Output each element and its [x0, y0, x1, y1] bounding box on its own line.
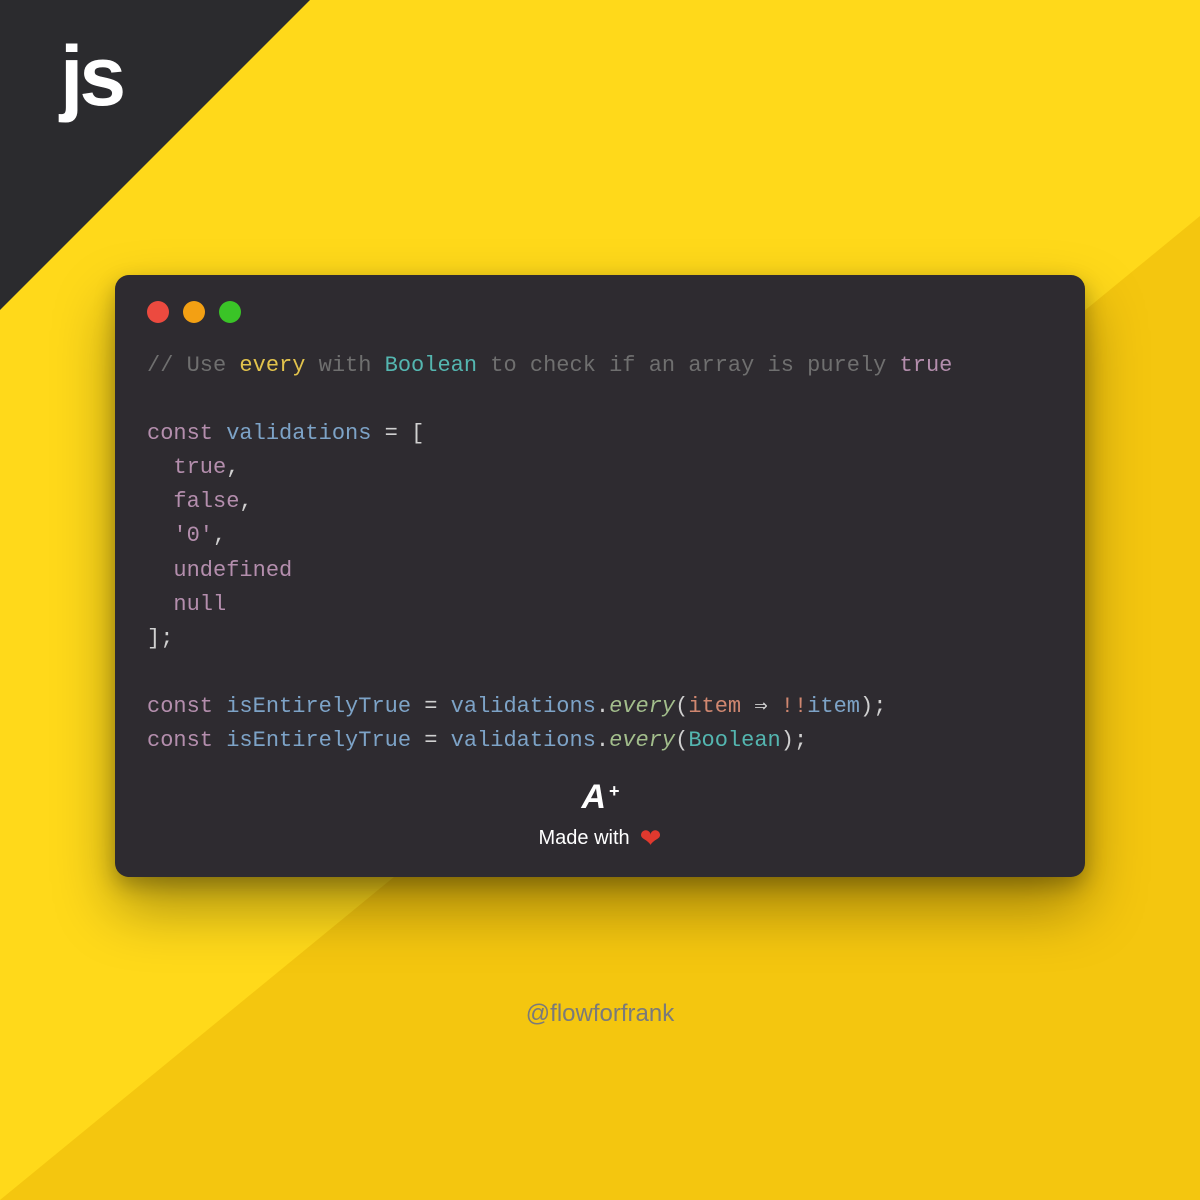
- op-bangbang: !!: [781, 694, 807, 719]
- op-dot: .: [596, 728, 609, 753]
- kw-const: const: [147, 421, 213, 446]
- id-isentirelytrue: isEntirelyTrue: [226, 728, 411, 753]
- op-eq: =: [411, 728, 451, 753]
- close-icon[interactable]: [147, 301, 169, 323]
- code-window: // Use every with Boolean to check if an…: [115, 275, 1085, 877]
- lit-zero: '0': [173, 523, 213, 548]
- made-with-badge: A+ Made with ❤: [147, 778, 1053, 851]
- kw-const: const: [147, 728, 213, 753]
- op-lparen: (: [675, 694, 688, 719]
- comment-true: true: [900, 353, 953, 378]
- id-boolean: Boolean: [688, 728, 780, 753]
- window-controls: [147, 301, 1053, 323]
- comment-text: // Use: [147, 353, 239, 378]
- op-arrow: ⇒: [741, 694, 781, 719]
- op-rparen: );: [860, 694, 886, 719]
- comment-text: to check if an array is purely: [477, 353, 899, 378]
- indent: [147, 558, 173, 583]
- fn-every: every: [609, 694, 675, 719]
- op-eq: =: [371, 421, 411, 446]
- op-rbracket: ];: [147, 626, 173, 651]
- aplus-a: A: [581, 778, 605, 817]
- indent: [147, 592, 173, 617]
- id-item: item: [688, 694, 741, 719]
- code-block: // Use every with Boolean to check if an…: [147, 349, 1053, 758]
- op-rparen: );: [781, 728, 807, 753]
- indent: [147, 455, 173, 480]
- indent: [147, 523, 173, 548]
- comment-boolean: Boolean: [385, 353, 477, 378]
- id-validations: validations: [226, 421, 371, 446]
- aplus-plus: +: [609, 781, 619, 802]
- js-logo-text: js: [60, 28, 122, 125]
- id-validations: validations: [451, 694, 596, 719]
- id-isentirelytrue: isEntirelyTrue: [226, 694, 411, 719]
- id-validations: validations: [451, 728, 596, 753]
- lit-null: null: [173, 592, 226, 617]
- fn-every: every: [609, 728, 675, 753]
- lit-undefined: undefined: [173, 558, 292, 583]
- comment-text: with: [305, 353, 384, 378]
- lit-true: true: [173, 455, 226, 480]
- op-eq: =: [411, 694, 451, 719]
- lit-false: false: [173, 489, 239, 514]
- comment-every: every: [239, 353, 305, 378]
- author-handle: @flowforfrank: [0, 1000, 1200, 1028]
- indent: [147, 489, 173, 514]
- comma: ,: [213, 523, 226, 548]
- heart-icon: ❤: [640, 825, 662, 851]
- op-lbracket: [: [411, 421, 424, 446]
- id-item: item: [807, 694, 860, 719]
- kw-const: const: [147, 694, 213, 719]
- minimize-icon[interactable]: [183, 301, 205, 323]
- op-lparen: (: [675, 728, 688, 753]
- comma: ,: [239, 489, 252, 514]
- aplus-logo: A+: [581, 778, 618, 817]
- made-with-text: Made with ❤: [539, 825, 662, 851]
- op-dot: .: [596, 694, 609, 719]
- zoom-icon[interactable]: [219, 301, 241, 323]
- comma: ,: [226, 455, 239, 480]
- made-with-label: Made with: [539, 827, 630, 850]
